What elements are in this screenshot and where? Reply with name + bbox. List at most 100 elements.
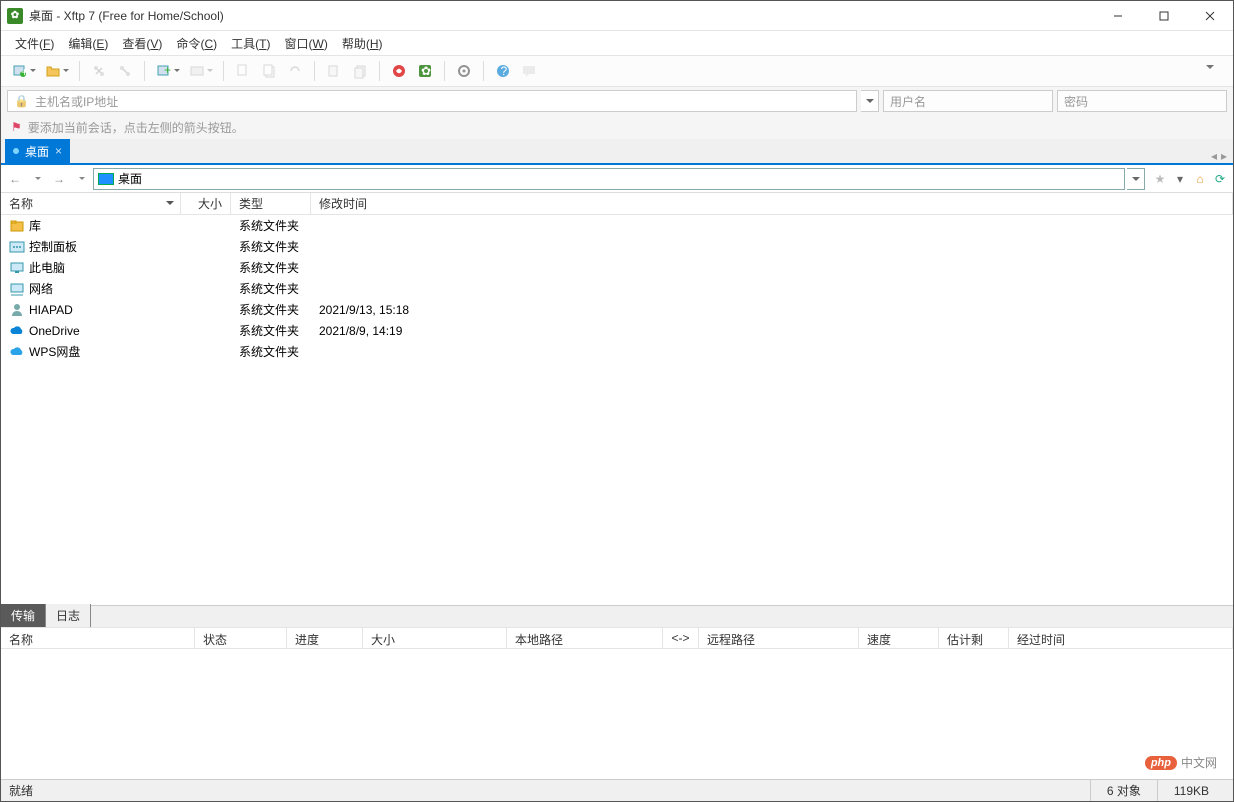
menu-help[interactable]: 帮助(H): [336, 33, 389, 54]
app-icon: ✿: [7, 8, 23, 24]
new-session-button[interactable]: +: [8, 59, 32, 83]
file-type: 系统文件夹: [231, 259, 311, 276]
file-row[interactable]: 控制面板系统文件夹: [1, 236, 1233, 257]
host-input[interactable]: 🔒 主机名或IP地址: [7, 90, 857, 112]
file-row[interactable]: 库系统文件夹: [1, 215, 1233, 236]
file-pane: 名称 大小 类型 修改时间 库系统文件夹控制面板系统文件夹此电脑系统文件夹网络系…: [1, 193, 1233, 605]
help-button[interactable]: ?: [491, 59, 515, 83]
tab-transfer[interactable]: 传输: [1, 604, 46, 627]
menu-edit[interactable]: 编辑(E): [62, 33, 114, 54]
hint-text: 要添加当前会话，点击左侧的箭头按钮。: [28, 119, 244, 136]
home-icon[interactable]: ⌂: [1191, 170, 1209, 188]
xcol-direction[interactable]: <->: [663, 628, 699, 648]
feedback-button[interactable]: [517, 59, 541, 83]
nav-back-button[interactable]: ←: [5, 169, 25, 189]
menu-window[interactable]: 窗口(W): [278, 33, 333, 54]
file-type: 系统文件夹: [231, 322, 311, 339]
password-input[interactable]: 密码: [1057, 90, 1227, 112]
desktop-icon: [98, 173, 114, 185]
refresh-icon[interactable]: ⟳: [1211, 170, 1229, 188]
file-list[interactable]: 库系统文件夹控制面板系统文件夹此电脑系统文件夹网络系统文件夹HIAPAD系统文件…: [1, 215, 1233, 605]
session-tab-desktop[interactable]: 桌面 ×: [5, 139, 70, 163]
path-dropdown-button[interactable]: [1127, 168, 1145, 190]
network-icon: [9, 281, 25, 297]
menu-view[interactable]: 查看(V): [116, 33, 168, 54]
menu-bar: 文件(F) 编辑(E) 查看(V) 命令(C) 工具(T) 窗口(W) 帮助(H…: [1, 31, 1233, 55]
file-name: WPS网盘: [29, 343, 80, 360]
new-transfer-button[interactable]: +: [152, 59, 176, 83]
options-button[interactable]: [452, 59, 476, 83]
upload-button[interactable]: [322, 59, 346, 83]
menu-command[interactable]: 命令(C): [170, 33, 223, 54]
path-input[interactable]: 桌面: [93, 168, 1125, 190]
connect-bar: 🔒 主机名或IP地址 用户名 密码: [1, 87, 1233, 115]
xshell-button[interactable]: [387, 59, 411, 83]
xcol-progress[interactable]: 进度: [287, 628, 363, 648]
sync-button[interactable]: [185, 59, 209, 83]
nav-forward-button[interactable]: →: [49, 169, 69, 189]
file-row[interactable]: 网络系统文件夹: [1, 278, 1233, 299]
toolbar-overflow-button[interactable]: [1202, 59, 1226, 83]
xftp-button[interactable]: ✿: [413, 59, 437, 83]
bookmark-star-icon[interactable]: ★: [1151, 170, 1169, 188]
file-type: 系统文件夹: [231, 280, 311, 297]
host-dropdown-button[interactable]: [861, 90, 879, 112]
tab-close-icon[interactable]: ×: [55, 144, 62, 158]
column-type[interactable]: 类型: [231, 193, 311, 214]
xcol-eta[interactable]: 估计剩余...: [939, 628, 1009, 648]
xcol-local[interactable]: 本地路径: [507, 628, 663, 648]
toolbar-separator: [144, 61, 145, 81]
tab-nav-right-icon[interactable]: ▸: [1221, 149, 1227, 163]
xcol-size[interactable]: 大小: [363, 628, 507, 648]
status-object-count: 6 对象: [1090, 780, 1157, 801]
xcol-speed[interactable]: 速度: [859, 628, 939, 648]
transfer-header: 名称 状态 进度 大小 本地路径 <-> 远程路径 速度 估计剩余... 经过时…: [1, 627, 1233, 649]
transfer-list[interactable]: [1, 649, 1233, 779]
column-size[interactable]: 大小: [181, 193, 231, 214]
nav-forward-history-button[interactable]: [71, 169, 91, 189]
nav-bar: ← → 桌面 ★ ▾ ⌂ ⟳: [1, 165, 1233, 193]
copy-button[interactable]: [231, 59, 255, 83]
file-row[interactable]: WPS网盘系统文件夹: [1, 341, 1233, 362]
reconnect-button[interactable]: [87, 59, 111, 83]
nav-back-history-button[interactable]: [27, 169, 47, 189]
maximize-button[interactable]: [1141, 1, 1187, 31]
file-row[interactable]: 此电脑系统文件夹: [1, 257, 1233, 278]
bookmark-menu-icon[interactable]: ▾: [1171, 170, 1189, 188]
menu-file[interactable]: 文件(F): [9, 33, 60, 54]
file-name: 控制面板: [29, 238, 77, 255]
column-modified[interactable]: 修改时间: [311, 193, 1233, 214]
download-button[interactable]: [348, 59, 372, 83]
path-text: 桌面: [118, 170, 142, 187]
watermark: php 中文网: [1145, 754, 1217, 771]
file-type: 系统文件夹: [231, 217, 311, 234]
file-name: HIAPAD: [29, 303, 73, 317]
xcol-name[interactable]: 名称: [1, 628, 195, 648]
file-type: 系统文件夹: [231, 301, 311, 318]
file-modified: 2021/9/13, 15:18: [311, 303, 1233, 317]
svg-text:✿: ✿: [421, 64, 431, 78]
onedrive-icon: [9, 323, 25, 339]
file-row[interactable]: OneDrive系统文件夹2021/8/9, 14:19: [1, 320, 1233, 341]
xcol-status[interactable]: 状态: [195, 628, 287, 648]
file-row[interactable]: HIAPAD 系统文件夹2021/9/13, 15:18: [1, 299, 1233, 320]
disconnect-button[interactable]: [113, 59, 137, 83]
menu-tools[interactable]: 工具(T): [225, 33, 276, 54]
watermark-text: 中文网: [1181, 754, 1217, 771]
link-button[interactable]: [283, 59, 307, 83]
open-session-button[interactable]: [41, 59, 65, 83]
minimize-button[interactable]: [1095, 1, 1141, 31]
lock-icon: 🔒: [14, 94, 29, 108]
status-size: 119KB: [1157, 780, 1225, 801]
tab-nav-left-icon[interactable]: ◂: [1211, 149, 1217, 163]
file-modified: 2021/8/9, 14:19: [311, 324, 1233, 338]
xcol-remote[interactable]: 远程路径: [699, 628, 859, 648]
username-input[interactable]: 用户名: [883, 90, 1053, 112]
xcol-elapsed[interactable]: 经过时间: [1009, 628, 1233, 648]
close-button[interactable]: [1187, 1, 1233, 31]
column-name[interactable]: 名称: [1, 193, 181, 214]
tab-log[interactable]: 日志: [46, 604, 91, 627]
wps-icon: [9, 344, 25, 360]
control-panel-icon: [9, 239, 25, 255]
paste-button[interactable]: [257, 59, 281, 83]
